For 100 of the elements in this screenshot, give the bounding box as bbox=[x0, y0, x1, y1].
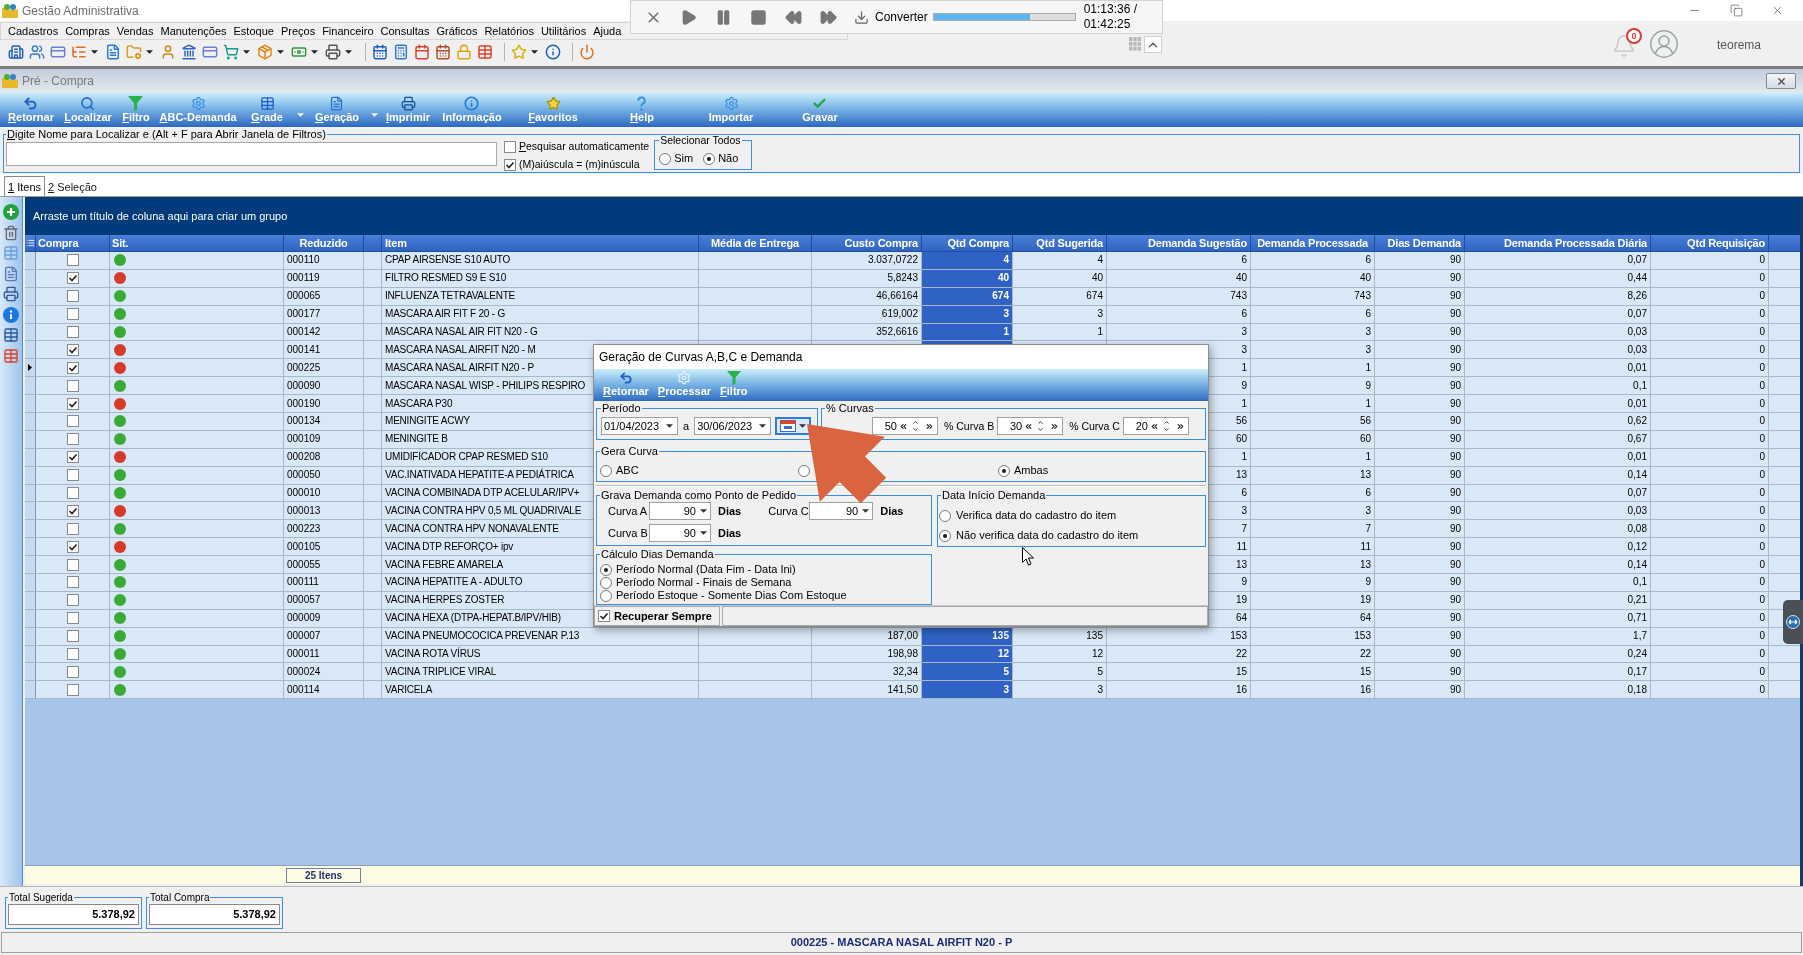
menu-item[interactable]: Utilitários bbox=[540, 24, 587, 38]
menu-item[interactable]: Relatórios bbox=[484, 24, 534, 38]
toolbar-button[interactable]: Importar bbox=[707, 96, 755, 124]
double-chevron-left-icon[interactable] bbox=[899, 421, 908, 431]
checkbox[interactable] bbox=[66, 683, 79, 696]
rewind-icon[interactable] bbox=[785, 8, 802, 26]
info-icon[interactable] bbox=[545, 44, 561, 60]
spin-field[interactable]: 20 bbox=[1122, 417, 1189, 435]
person-icon[interactable] bbox=[160, 44, 176, 60]
checkbox[interactable] bbox=[66, 558, 79, 571]
calendar-icon[interactable] bbox=[435, 44, 451, 60]
column-header[interactable]: Qtd Sugerida bbox=[1013, 235, 1107, 251]
checkbox[interactable] bbox=[66, 254, 79, 267]
row-selector[interactable] bbox=[25, 359, 36, 377]
checkbox[interactable] bbox=[66, 665, 79, 678]
checkbox[interactable] bbox=[66, 290, 79, 303]
stop-icon[interactable] bbox=[750, 8, 767, 26]
fast-forward-icon[interactable] bbox=[820, 8, 837, 26]
date-field[interactable]: 01/04/2023 bbox=[601, 417, 678, 435]
menu-item[interactable]: Manutenções bbox=[160, 24, 227, 38]
radio-button[interactable] bbox=[939, 509, 951, 522]
radio-button[interactable] bbox=[798, 464, 810, 477]
lock-icon[interactable] bbox=[456, 44, 472, 60]
column-header[interactable]: Custo Compra bbox=[812, 235, 922, 251]
column-chooser-icon[interactable] bbox=[25, 238, 35, 248]
column-header[interactable]: Compra bbox=[36, 235, 110, 251]
checkbox[interactable] bbox=[504, 140, 516, 153]
radio-button[interactable] bbox=[939, 529, 951, 542]
checkbox[interactable] bbox=[66, 272, 79, 285]
tab[interactable]: 1 Itens bbox=[4, 176, 46, 196]
table-icon[interactable] bbox=[477, 44, 493, 60]
column-header[interactable]: Item bbox=[382, 235, 699, 251]
checkbox[interactable] bbox=[66, 308, 79, 321]
caret-icon[interactable] bbox=[91, 50, 98, 54]
document-icon[interactable] bbox=[105, 44, 121, 60]
caret-icon[interactable] bbox=[700, 531, 707, 535]
menu-item[interactable]: Estoque bbox=[233, 24, 274, 38]
column-header[interactable]: Demanda Processada Diária bbox=[1465, 235, 1651, 251]
chevron-up-icon[interactable] bbox=[1161, 419, 1171, 426]
chevron-down-icon[interactable] bbox=[1036, 426, 1046, 433]
collapse-button[interactable] bbox=[1144, 36, 1162, 53]
power-icon[interactable] bbox=[579, 44, 595, 60]
radio-button[interactable] bbox=[703, 152, 716, 165]
tab[interactable]: 2 Seleção bbox=[45, 178, 100, 196]
toolbar-button[interactable]: Geração bbox=[313, 96, 360, 124]
calendar-icon[interactable] bbox=[414, 44, 430, 60]
checkbox[interactable] bbox=[66, 326, 79, 338]
toolbar-button[interactable]: Filtro bbox=[121, 96, 151, 124]
card-icon[interactable] bbox=[202, 44, 218, 60]
column-header[interactable]: Reduzido bbox=[284, 235, 364, 251]
restore-icon[interactable] bbox=[1730, 4, 1743, 17]
checkbox[interactable] bbox=[66, 361, 79, 374]
checkbox[interactable] bbox=[66, 397, 79, 410]
double-chevron-right-icon[interactable] bbox=[1175, 421, 1185, 431]
column-header[interactable]: Qtd Compra bbox=[922, 235, 1013, 251]
radio-button[interactable] bbox=[600, 464, 612, 477]
close-icon[interactable] bbox=[1771, 4, 1784, 17]
checkbox[interactable] bbox=[66, 504, 79, 517]
toolbar-button[interactable]: Grade bbox=[250, 96, 284, 124]
radio-button[interactable] bbox=[600, 576, 612, 589]
column-header[interactable]: Qtd Requisição bbox=[1651, 235, 1769, 251]
menu-item[interactable]: Ajuda bbox=[593, 24, 622, 38]
toolbar-button[interactable]: Retornar bbox=[7, 96, 55, 124]
spin-field[interactable]: 50 bbox=[872, 417, 938, 435]
toolbar-button[interactable]: Localizar bbox=[63, 96, 113, 124]
checkbox[interactable] bbox=[66, 540, 79, 553]
checkbox[interactable] bbox=[66, 594, 79, 607]
caret-icon[interactable] bbox=[862, 509, 870, 513]
printer-icon[interactable] bbox=[325, 44, 341, 60]
menu-item[interactable]: Compras bbox=[65, 24, 110, 38]
caret-icon[interactable] bbox=[799, 424, 807, 428]
star-icon[interactable] bbox=[511, 44, 527, 60]
checkbox[interactable] bbox=[66, 630, 79, 643]
double-chevron-left-icon[interactable] bbox=[1149, 421, 1159, 431]
toolbar-button[interactable]: Imprimir bbox=[385, 96, 431, 124]
checkbox[interactable] bbox=[66, 612, 79, 625]
checkbox[interactable] bbox=[66, 576, 79, 589]
play-icon[interactable] bbox=[680, 8, 697, 26]
spin-field[interactable]: 30 bbox=[997, 417, 1064, 435]
column-header[interactable]: Média de Entrega bbox=[699, 235, 812, 251]
caret-icon[interactable] bbox=[146, 50, 153, 54]
caret-icon[interactable] bbox=[345, 50, 352, 54]
menu-item[interactable]: Preços bbox=[280, 24, 316, 38]
building-icon[interactable] bbox=[8, 44, 24, 60]
caret-icon[interactable] bbox=[311, 50, 318, 54]
menu-item[interactable]: Consultas bbox=[380, 24, 430, 38]
caret-icon[interactable] bbox=[700, 509, 707, 513]
caret-icon[interactable] bbox=[243, 50, 250, 54]
radio-button[interactable] bbox=[998, 464, 1010, 477]
calendar-icon[interactable] bbox=[372, 44, 388, 60]
calendar-button[interactable] bbox=[775, 417, 812, 435]
double-chevron-right-icon[interactable] bbox=[925, 421, 934, 431]
checkbox[interactable] bbox=[66, 469, 79, 482]
calculator-icon[interactable] bbox=[393, 44, 409, 60]
caret-icon[interactable] bbox=[666, 424, 673, 428]
checkbox[interactable] bbox=[66, 522, 79, 535]
checkbox[interactable] bbox=[598, 610, 610, 622]
side-tab[interactable] bbox=[1783, 600, 1803, 644]
date-field[interactable]: 30/06/2023 bbox=[694, 417, 772, 435]
bank-icon[interactable] bbox=[181, 44, 197, 60]
